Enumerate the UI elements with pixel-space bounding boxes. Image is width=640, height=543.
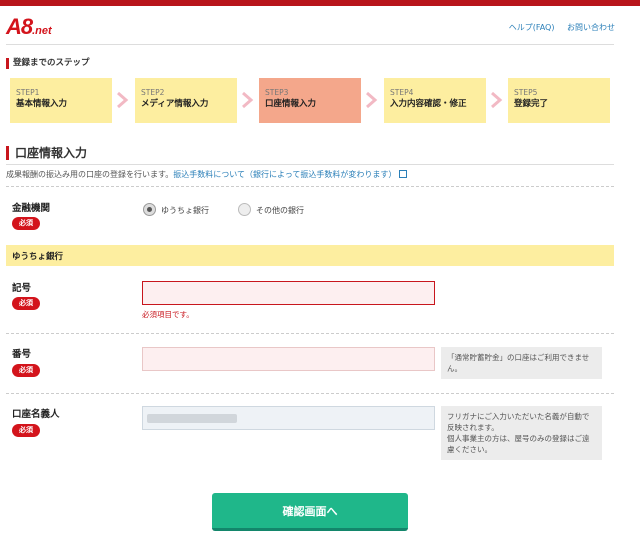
bangou-input[interactable] — [142, 347, 435, 371]
step-3-label: 口座情報入力 — [265, 99, 317, 109]
required-badge: 必須 — [12, 217, 40, 230]
radio-yucho[interactable]: ゆうちょ銀行 — [143, 203, 209, 216]
chevron-right-icon — [491, 91, 503, 109]
bangou-hint: 「通常貯蓄貯金」の口座はご利用できません。 — [441, 347, 602, 379]
logo-sub: .net — [32, 25, 52, 37]
intro-text: 成果報酬の振込み用の口座の登録を行います。振込手数料について（銀行によって振込手… — [6, 169, 408, 180]
step-5: STEP5 登録完了 — [508, 78, 610, 123]
page-title: 口座情報入力 — [6, 146, 87, 160]
step-2: STEP2 メディア情報入力 — [135, 78, 237, 123]
step-2-number: STEP2 — [141, 88, 165, 97]
row-divider — [6, 186, 614, 187]
logo-main: A8 — [6, 14, 33, 39]
fee-info-link[interactable]: 振込手数料について（銀行によって振込手数料が変わります） — [173, 170, 396, 179]
radio-other-label: その他の銀行 — [256, 206, 304, 215]
required-badge: 必須 — [12, 424, 40, 437]
top-accent-bar — [0, 0, 640, 6]
step-5-label: 登録完了 — [514, 99, 549, 109]
required-badge: 必須 — [12, 364, 40, 377]
contact-link[interactable]: お問い合わせ — [567, 23, 615, 32]
bank-label: 金融機関 — [12, 203, 51, 214]
row-divider — [6, 393, 614, 394]
yucho-section-header: ゆうちょ銀行 — [6, 245, 614, 266]
holder-hint-line-2: 個人事業主の方は、屋号のみの登録はご遠慮ください。 — [447, 434, 590, 454]
step-3-number: STEP3 — [265, 88, 289, 97]
step-5-number: STEP5 — [514, 88, 538, 97]
required-badge: 必須 — [12, 297, 40, 310]
step-4-number: STEP4 — [390, 88, 414, 97]
intro-description: 成果報酬の振込み用の口座の登録を行います。 — [6, 170, 174, 179]
step-4-label: 入力内容確認・修正 — [390, 99, 467, 109]
step-4: STEP4 入力内容確認・修正 — [384, 78, 486, 123]
steps-section-title: 登録までのステップ — [6, 58, 90, 69]
radio-checked-icon[interactable] — [143, 203, 156, 216]
kigou-label: 記号 — [12, 283, 32, 294]
bangou-label: 番号 — [12, 349, 32, 360]
step-1: STEP1 基本情報入力 — [10, 78, 112, 123]
external-link-icon[interactable] — [399, 170, 408, 178]
holder-hint: フリガナにご入力いただいた名義が自動で反映されます。 個人事業主の方は、屋号のみ… — [441, 406, 602, 460]
radio-unchecked-icon[interactable] — [238, 203, 251, 216]
help-faq-link[interactable]: ヘルプ(FAQ) — [509, 23, 555, 32]
step-1-number: STEP1 — [16, 88, 40, 97]
step-3: STEP3 口座情報入力 — [259, 78, 361, 123]
chevron-right-icon — [242, 91, 254, 109]
a8net-logo[interactable]: A8.net — [6, 14, 52, 40]
radio-other-bank[interactable]: その他の銀行 — [238, 203, 304, 216]
step-progress: STEP1 基本情報入力 STEP2 メディア情報入力 STEP3 口座情報入力… — [10, 78, 610, 123]
blurred-name-value — [147, 414, 237, 423]
row-divider — [6, 333, 614, 334]
holder-label: 口座名義人 — [12, 409, 60, 420]
holder-input[interactable] — [142, 406, 435, 430]
header-links: ヘルプ(FAQ) お問い合わせ — [499, 22, 615, 33]
chevron-right-icon — [117, 91, 129, 109]
step-2-label: メディア情報入力 — [141, 99, 209, 109]
title-divider — [6, 164, 614, 165]
step-1-label: 基本情報入力 — [16, 99, 68, 109]
header-divider — [6, 44, 614, 45]
chevron-right-icon — [366, 91, 378, 109]
kigou-error-message: 必須項目です。 — [142, 310, 194, 319]
kigou-input[interactable] — [142, 281, 435, 305]
holder-hint-line-1: フリガナにご入力いただいた名義が自動で反映されます。 — [447, 412, 590, 432]
radio-yucho-label: ゆうちょ銀行 — [161, 206, 209, 215]
confirm-button[interactable]: 確認画面へ — [212, 493, 408, 531]
